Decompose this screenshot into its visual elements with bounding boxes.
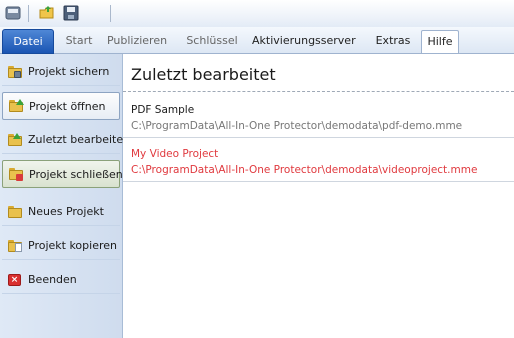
ribbon-tab-bar: Datei Start Publizieren Schlüssel Aktivi… xyxy=(0,27,514,54)
menu-item-projekt-schliessen[interactable]: Projekt schließen xyxy=(2,160,123,188)
menu-item-projekt-kopieren[interactable]: Projekt kopieren xyxy=(2,232,120,260)
recent-item-title: PDF Sample xyxy=(131,104,195,116)
tab-publizieren[interactable]: Publizieren xyxy=(104,31,170,51)
quick-access-toolbar xyxy=(0,0,514,27)
divider xyxy=(123,91,514,92)
open-folder-icon[interactable] xyxy=(38,4,56,22)
menu-item-neues-projekt[interactable]: Neues Projekt xyxy=(2,198,120,226)
recent-item-title: My Video Project xyxy=(131,148,219,160)
tab-datei[interactable]: Datei xyxy=(2,29,54,54)
recent-item-pdf-sample[interactable]: PDF Sample C:\ProgramData\All-In-One Pro… xyxy=(123,94,514,138)
tab-schluessel[interactable]: Schlüssel xyxy=(182,31,242,51)
new-project-icon xyxy=(8,205,22,219)
recent-item-my-video-project[interactable]: My Video Project C:\ProgramData\All-In-O… xyxy=(123,138,514,182)
open-project-icon xyxy=(9,99,24,113)
tab-start[interactable]: Start xyxy=(60,31,98,51)
menu-item-label: Projekt sichern xyxy=(28,65,110,78)
save-disk-icon[interactable] xyxy=(62,4,80,22)
recent-projects-panel: Zuletzt bearbeitet PDF Sample C:\Program… xyxy=(123,54,514,338)
menu-item-zuletzt-bearbeitet[interactable]: Zuletzt bearbeitet xyxy=(2,126,127,154)
recent-item-path: C:\ProgramData\All-In-One Protector\demo… xyxy=(131,164,478,176)
tab-hilfe[interactable]: Hilfe xyxy=(421,30,459,53)
app-menu-icon[interactable] xyxy=(4,4,22,22)
menu-item-label: Projekt schließen xyxy=(29,167,123,181)
menu-item-label: Neues Projekt xyxy=(28,205,104,218)
menu-item-beenden[interactable]: × Beenden xyxy=(2,266,120,294)
menu-item-label: Projekt öffnen xyxy=(29,99,106,113)
backstage-menu: Projekt sichern Projekt öffnen Zuletzt b… xyxy=(0,54,127,338)
menu-item-label: Projekt kopieren xyxy=(28,239,117,252)
copy-project-icon xyxy=(8,239,22,253)
menu-item-projekt-sichern[interactable]: Projekt sichern xyxy=(2,58,120,86)
recent-icon xyxy=(8,132,22,147)
menu-item-label: Zuletzt bearbeitet xyxy=(28,133,128,146)
menu-item-projekt-oeffnen[interactable]: Projekt öffnen xyxy=(2,92,120,120)
recent-item-path: C:\ProgramData\All-In-One Protector\demo… xyxy=(131,120,463,132)
menu-item-label: Beenden xyxy=(28,273,77,286)
close-project-icon xyxy=(9,167,23,181)
tab-extras[interactable]: Extras xyxy=(372,31,414,51)
save-project-icon xyxy=(8,65,22,79)
page-title: Zuletzt bearbeitet xyxy=(131,65,276,84)
exit-icon: × xyxy=(8,273,22,287)
tab-aktivierungsserver[interactable]: Aktivierungsserver xyxy=(252,31,356,51)
